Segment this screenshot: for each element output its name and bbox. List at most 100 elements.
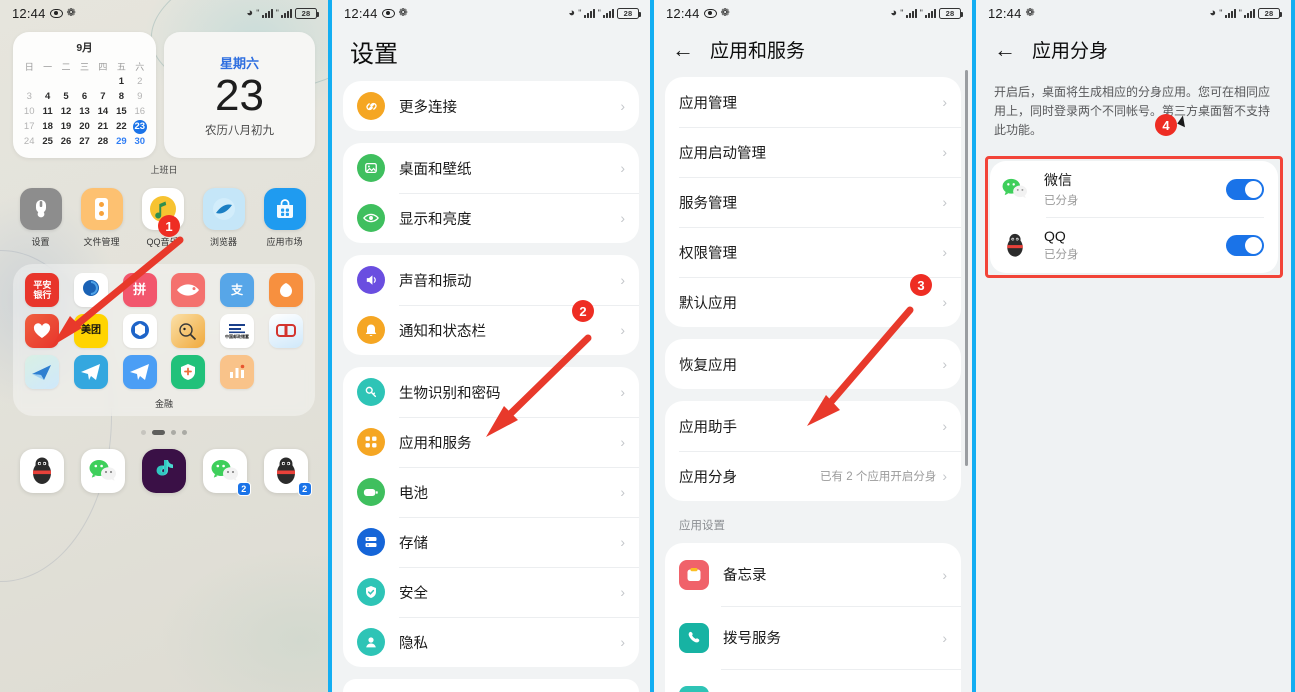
- cal-day: [38, 75, 56, 89]
- page-dot[interactable]: [141, 430, 146, 435]
- chevron-right-icon: ›: [620, 484, 625, 500]
- toggle-wechat-twin[interactable]: [1226, 178, 1264, 200]
- eye-icon: [381, 8, 395, 18]
- browser-icon: [202, 188, 245, 230]
- chevron-right-icon: ›: [620, 210, 625, 226]
- cal-day: 28: [97, 136, 109, 147]
- chevron-right-icon: ›: [942, 566, 947, 583]
- battery-icon: 28: [1258, 7, 1282, 19]
- panel-home-screen: 12:44 ❁ ◕ " " 28 9月 日 一 二 三 四 五 六 1 2 3 …: [0, 0, 328, 692]
- page-dot[interactable]: [182, 430, 187, 435]
- battery-icon: [357, 478, 385, 506]
- status-time: 12:44: [988, 5, 1022, 21]
- list-item-app-launch-management[interactable]: 应用启动管理 ›: [665, 127, 961, 177]
- cal-day: 7: [100, 91, 106, 102]
- item-label: 通知和状态栏: [399, 323, 486, 340]
- list-item-notes[interactable]: 备忘录 ›: [665, 543, 961, 606]
- list-item-app-twin[interactable]: 应用分身 已有 2 个应用开启分身 ›: [665, 451, 961, 501]
- dock-wechat[interactable]: [81, 449, 126, 493]
- sidebar-item-apps-and-services[interactable]: 应用和服务 ›: [343, 417, 639, 467]
- folder-finance[interactable]: 平安 银行 拼 支 美团 中国邮政储蓄 金融: [13, 264, 315, 416]
- back-arrow-icon[interactable]: ←: [672, 38, 694, 61]
- status-bar-home: 12:44 ❁ ◕ " " 28: [0, 0, 328, 26]
- sidebar-item-wallpaper[interactable]: 桌面和壁纸 ›: [343, 143, 639, 193]
- chevron-right-icon: ›: [620, 384, 625, 400]
- folder-app-icon: [219, 355, 254, 389]
- twin-row-wechat[interactable]: 微信 已分身: [990, 161, 1278, 217]
- folder-app-icon: 支: [219, 273, 254, 307]
- folder-app-icon: [171, 273, 206, 307]
- eye-icon: [49, 8, 63, 18]
- scrollbar[interactable]: [965, 70, 968, 466]
- sidebar-item-storage[interactable]: 存储 ›: [343, 517, 639, 567]
- cal-hd: 日: [24, 62, 34, 72]
- twin-row-qq[interactable]: QQ 已分身: [990, 217, 1278, 273]
- item-value: 已有 2 个应用开启分身: [820, 471, 937, 483]
- nav-bar-twin: ← 应用分身: [976, 26, 1291, 77]
- sidebar-item-biometrics[interactable]: 生物识别和密码 ›: [343, 367, 639, 417]
- workday-label: 上班日: [150, 165, 178, 175]
- page-dot-active[interactable]: [152, 430, 165, 435]
- dock-wechat-clone[interactable]: 2: [202, 449, 251, 496]
- bluetooth-icon: ❁: [398, 6, 408, 19]
- chevron-right-icon: ›: [620, 272, 625, 288]
- list-item-restore-apps[interactable]: 恢复应用 ›: [665, 339, 961, 389]
- item-label: 服务管理: [679, 195, 737, 212]
- cal-day: 25: [42, 136, 53, 147]
- cal-day: 8: [118, 91, 124, 102]
- sidebar-item-more-connections[interactable]: 更多连接 ›: [343, 81, 639, 131]
- dock-qq-clone[interactable]: 2: [263, 449, 312, 496]
- twin-app-name: 微信: [1044, 172, 1072, 188]
- list-item-app-assistant[interactable]: 应用助手 ›: [665, 401, 961, 451]
- dock-qq[interactable]: [20, 449, 65, 493]
- sidebar-item-security[interactable]: 安全 ›: [343, 567, 639, 617]
- back-arrow-icon[interactable]: ←: [994, 38, 1016, 61]
- cal-day: 21: [97, 121, 109, 132]
- folder-label: 金融: [154, 399, 173, 409]
- toggle-qq-twin[interactable]: [1226, 234, 1264, 256]
- sidebar-item-privacy[interactable]: 隐私 ›: [343, 617, 639, 667]
- sidebar-item-display[interactable]: 显示和亮度 ›: [343, 193, 639, 243]
- cal-day: 17: [23, 121, 35, 132]
- folder-app-icon: [122, 314, 157, 348]
- sidebar-item-sound[interactable]: 声音和振动 ›: [343, 255, 639, 305]
- video-icon: [679, 685, 709, 692]
- sidebar-item-battery[interactable]: 电池 ›: [343, 467, 639, 517]
- list-item-app-management[interactable]: 应用管理 ›: [665, 77, 961, 127]
- settings-group-2: 桌面和壁纸 › 显示和亮度 ›: [343, 143, 639, 243]
- date-widget[interactable]: 星期六 23 农历八月初九: [164, 32, 315, 158]
- cal-day: 5: [63, 91, 69, 102]
- settings-group-3: 声音和振动 › 通知和状态栏 ›: [343, 255, 639, 355]
- signal-quote-1: ": [1219, 8, 1223, 18]
- calendar-widget[interactable]: 9月 日 一 二 三 四 五 六 1 2 3 4 5 6 7 8 9 10 11…: [13, 32, 156, 158]
- page-dot[interactable]: [171, 430, 176, 435]
- battery-icon: 28: [295, 7, 319, 19]
- folder-app-icon: 美团: [73, 314, 108, 348]
- panel-settings: 12:44 ❁ ◕ " " 28 设置 更多连接 › 桌面和壁纸 › 显示和亮度…: [332, 0, 650, 692]
- cal-hd: 一: [43, 62, 53, 72]
- item-label: 更多连接: [399, 99, 457, 116]
- list-item-service-management[interactable]: 服务管理 ›: [665, 177, 961, 227]
- app-settings[interactable]: 设置: [10, 188, 71, 248]
- chevron-right-icon: ›: [620, 322, 625, 338]
- chevron-right-icon: ›: [942, 144, 947, 160]
- item-label: 应用助手: [679, 419, 737, 436]
- item-label: 权限管理: [679, 245, 737, 262]
- folder-app-icon: [122, 355, 157, 389]
- page-title: 应用分身: [1032, 41, 1109, 62]
- list-item-huawei-video[interactable]: 华为视频 ›: [665, 669, 961, 692]
- annotation-badge-2: 2: [572, 300, 594, 322]
- nav-bar-apps: ← 应用和服务: [654, 26, 972, 77]
- sidebar-item-notifications[interactable]: 通知和状态栏 ›: [343, 305, 639, 355]
- wifi-icon: ◕: [568, 7, 576, 19]
- app-app-market[interactable]: 应用市场: [254, 188, 315, 248]
- battery-icon: 28: [939, 7, 963, 19]
- cal-hd: 二: [61, 62, 71, 72]
- cal-day: 4: [44, 91, 51, 102]
- list-item-permission-management[interactable]: 权限管理 ›: [665, 227, 961, 277]
- dock-tiktok[interactable]: [141, 449, 186, 493]
- app-file-manager[interactable]: 文件管理: [71, 188, 132, 248]
- list-item-dialer[interactable]: 拨号服务 ›: [665, 606, 961, 669]
- app-browser[interactable]: 浏览器: [193, 188, 254, 248]
- signal-icon-2: [925, 8, 936, 18]
